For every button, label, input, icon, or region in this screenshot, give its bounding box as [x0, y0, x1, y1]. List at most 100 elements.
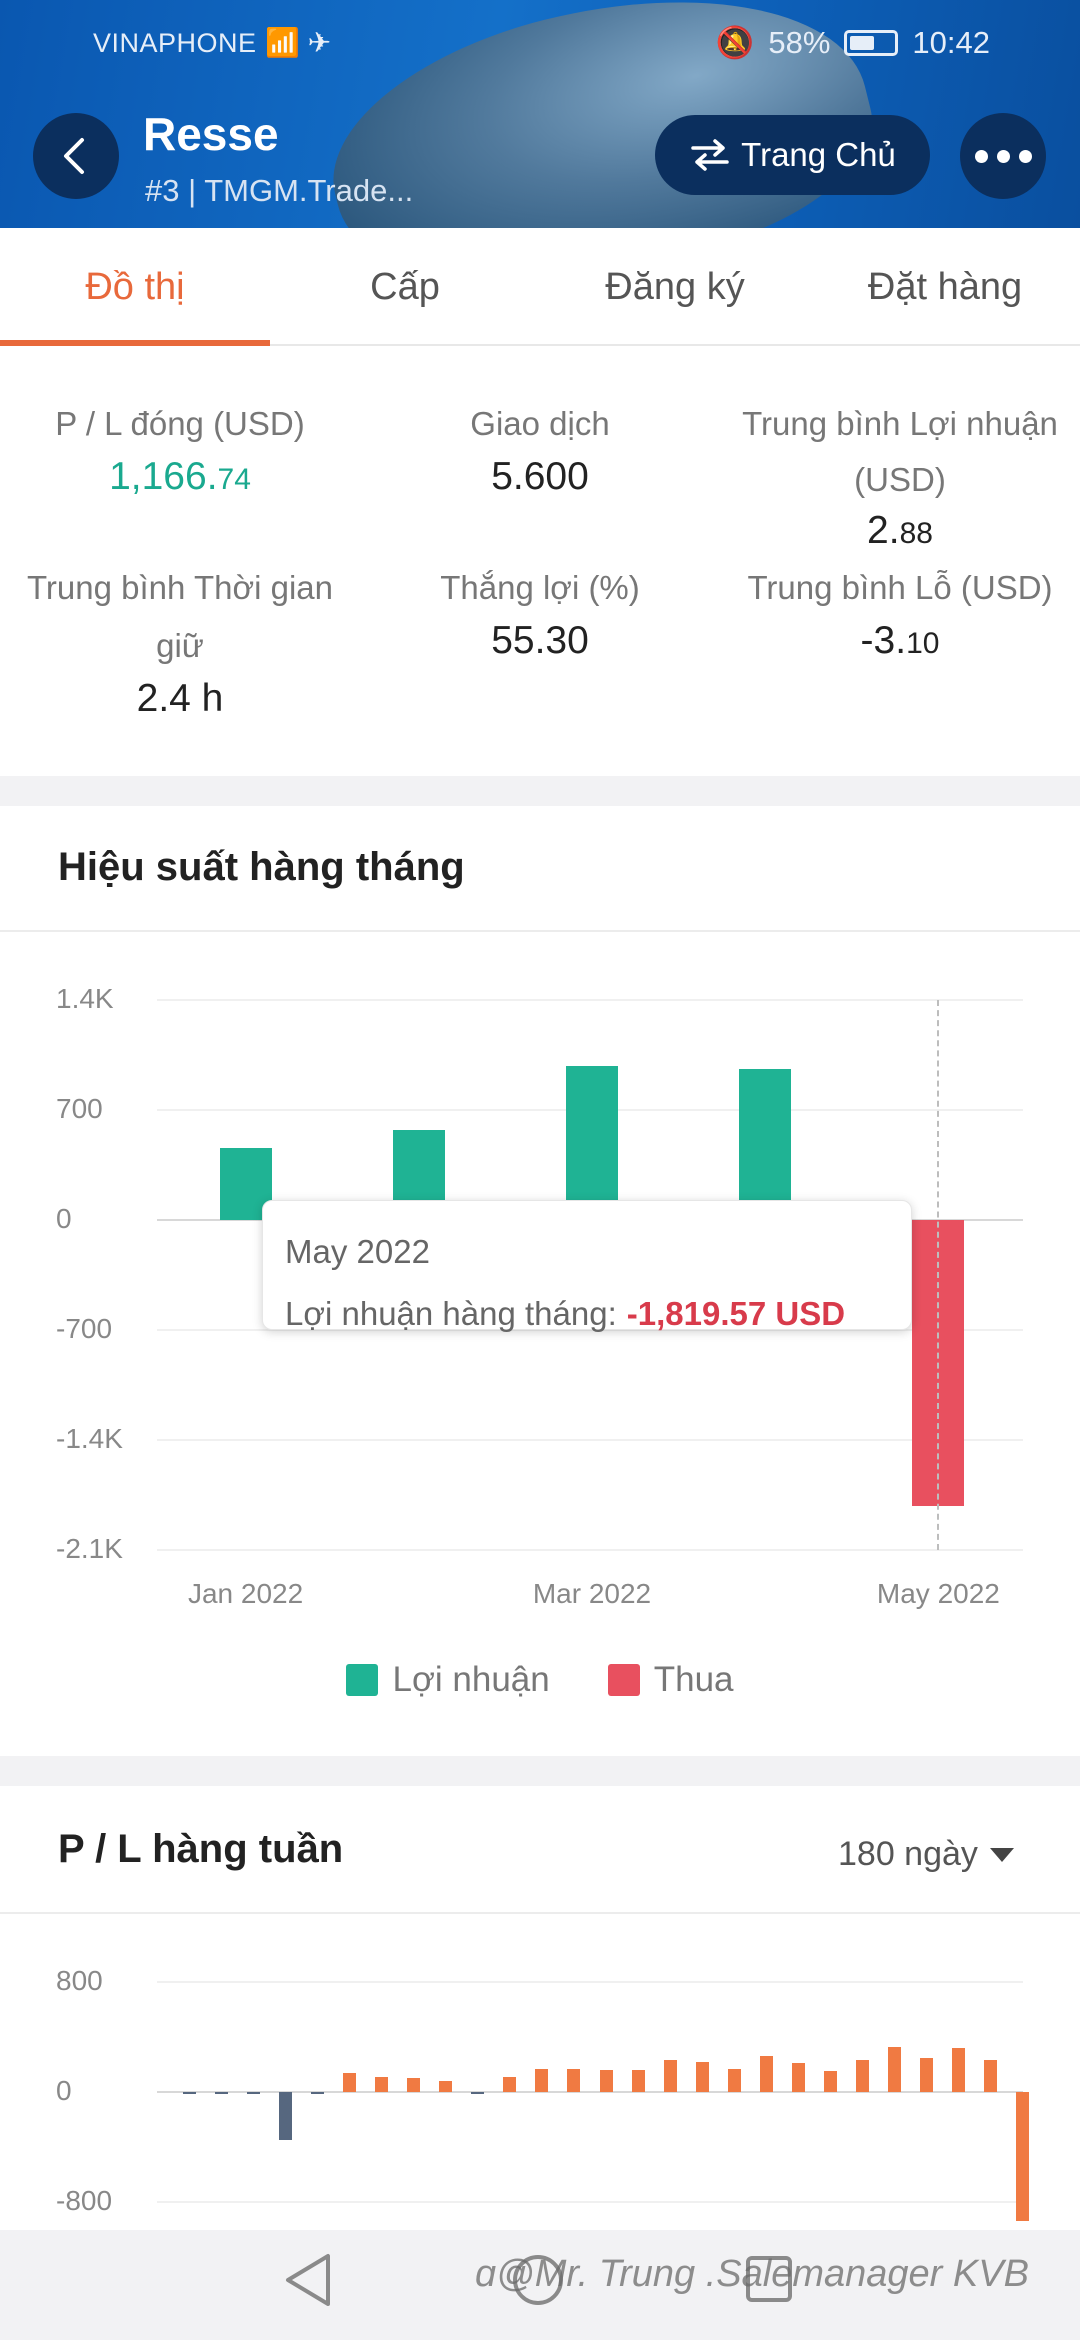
- gridline: [157, 1981, 1023, 1983]
- signal-wifi-icon: 📶 ✈: [265, 27, 332, 58]
- battery-percent: 58%: [768, 24, 831, 60]
- weekly-bar: [759, 2056, 773, 2092]
- stat-pl-closed: P / L đóng (USD) 1,166.74: [0, 395, 360, 499]
- gridline: [157, 2201, 1023, 2203]
- stat-trades: Giao dịch 5.600: [360, 395, 720, 499]
- legend-profit[interactable]: Lợi nhuận: [346, 1660, 550, 1700]
- chevron-left-icon: [64, 138, 84, 174]
- stat-avg-loss: Trung bình Lỗ (USD) -3.10: [720, 559, 1080, 663]
- tab-bar: Đồ thị Cấp Đăng ký Đặt hàng: [0, 228, 1080, 346]
- tooltip-label: Lợi nhuận hàng tháng:: [285, 1295, 617, 1332]
- card-divider: [0, 930, 1080, 932]
- y-tick-label: 0: [56, 1203, 72, 1234]
- gridline: [157, 1549, 1023, 1551]
- stat-avg-profit: Trung bình Lợi nhuận (USD) 2.88: [720, 395, 1080, 553]
- weekly-bar: [246, 2092, 260, 2094]
- stat-label: P / L đóng (USD): [55, 405, 305, 442]
- card-divider: [0, 1912, 1080, 1914]
- chart-tooltip: May 2022 Lợi nhuận hàng tháng: -1,819.57 …: [262, 1200, 912, 1333]
- weekly-bar: [567, 2068, 581, 2092]
- swap-icon: [691, 139, 729, 171]
- trader-subtitle: #3 | TMGM.Trade...: [145, 173, 414, 208]
- x-tick-label: Jan 2022: [187, 1578, 304, 1609]
- y-tick-label: -800: [56, 2185, 113, 2216]
- weekly-bar: [182, 2092, 196, 2094]
- tab-subscribe[interactable]: Đăng ký: [540, 228, 810, 344]
- stat-label: Trung bình Thời gian: [27, 569, 333, 606]
- weekly-bar: [471, 2092, 485, 2094]
- weekly-bar: [631, 2070, 645, 2092]
- tab-level[interactable]: Cấp: [270, 228, 540, 344]
- tooltip-date: May 2022: [285, 1233, 430, 1270]
- weekly-bar: [663, 2060, 677, 2092]
- stat-label: Trung bình Lỗ (USD): [747, 569, 1053, 606]
- clock: 10:42: [912, 24, 990, 60]
- stat-value: 5.600: [491, 455, 589, 498]
- weekly-bar: [278, 2092, 292, 2141]
- legend-label: Thua: [653, 1660, 734, 1699]
- weekly-bar: [599, 2070, 613, 2092]
- stat-label: Trung bình Lợi nhuận: [742, 405, 1058, 442]
- mute-icon: 🔕: [715, 25, 755, 60]
- weekly-bar: [342, 2072, 356, 2092]
- weekly-bar: [407, 2078, 421, 2092]
- stat-value: 2.88: [867, 509, 933, 552]
- tab-orders[interactable]: Đặt hàng: [810, 228, 1080, 344]
- weekly-bar: [727, 2068, 741, 2092]
- stat-label-cont: giữ: [156, 627, 204, 664]
- y-tick-label: 0: [56, 2075, 72, 2106]
- gridline: [157, 1439, 1023, 1441]
- tooltip-row: Lợi nhuận hàng tháng: -1,819.57 USD: [285, 1295, 845, 1333]
- more-dot-icon: [1018, 149, 1032, 163]
- weekly-bar: [920, 2057, 934, 2092]
- more-options-button[interactable]: [960, 113, 1046, 199]
- weekly-bar: [888, 2046, 902, 2092]
- monthly-chart-title: Hiệu suất hàng tháng: [58, 845, 465, 889]
- x-tick-label: Mar 2022: [532, 1578, 652, 1609]
- more-dot-icon: [974, 149, 988, 163]
- range-dropdown-label: 180 ngày: [838, 1835, 978, 1873]
- stat-value: -3.10: [860, 619, 940, 662]
- home-button-label: Trang Chủ: [741, 136, 896, 173]
- back-button[interactable]: [33, 113, 119, 199]
- weekly-bar: [1016, 2092, 1030, 2222]
- weekly-bar: [984, 2060, 998, 2092]
- more-dot-icon: [996, 149, 1010, 163]
- watermark-text: ɑ@Mr. Trung .Salemanager KVB: [475, 2253, 1029, 2295]
- stat-avg-hold: Trung bình Thời gian giữ 2.4 h: [0, 559, 360, 721]
- caret-down-icon: [989, 1847, 1014, 1862]
- home-button[interactable]: Trang Chủ: [655, 115, 930, 195]
- status-bar: VINAPHONE 📶 ✈ 🔕 58% 10:42: [0, 20, 1080, 70]
- weekly-bar: [439, 2081, 453, 2092]
- stat-value: 55.30: [491, 619, 589, 662]
- stat-label: Giao dịch: [470, 405, 610, 442]
- stats-panel: P / L đóng (USD) 1,166.74 Giao dịch 5.60…: [0, 346, 1080, 776]
- trader-name: Resse: [143, 108, 279, 160]
- x-tick-label: May 2022: [876, 1578, 1000, 1609]
- weekly-bar: [824, 2071, 838, 2092]
- chart-legend: Lợi nhuận Thua: [0, 1660, 1080, 1700]
- weekly-bar: [214, 2092, 228, 2094]
- range-dropdown[interactable]: 180 ngày: [838, 1835, 1014, 1874]
- y-tick-label: 700: [56, 1093, 103, 1124]
- weekly-chart-title: P / L hàng tuần: [58, 1827, 344, 1871]
- stat-win-rate: Thắng lợi (%) 55.30: [360, 559, 720, 663]
- weekly-bar: [503, 2076, 517, 2092]
- nav-back-icon[interactable]: [282, 2252, 334, 2308]
- tooltip-value: -1,819.57 USD: [626, 1295, 846, 1332]
- weekly-bar: [535, 2068, 549, 2092]
- y-tick-label: -700: [56, 1313, 113, 1344]
- legend-loss[interactable]: Thua: [607, 1660, 734, 1700]
- legend-swatch-profit: [346, 1664, 379, 1696]
- stat-label: Thắng lợi (%): [440, 569, 640, 606]
- tab-chart[interactable]: Đồ thị: [0, 228, 270, 346]
- weekly-bar: [952, 2048, 966, 2092]
- gridline: [157, 999, 1023, 1001]
- cursor-line: [937, 1000, 940, 1550]
- legend-swatch-loss: [607, 1664, 640, 1696]
- weekly-bar: [310, 2092, 324, 2094]
- y-tick-label: -2.1K: [56, 1533, 123, 1564]
- bar-apr-2022: [739, 1069, 792, 1220]
- y-tick-label: 800: [56, 1965, 103, 1996]
- y-tick-label: 1.4K: [56, 983, 114, 1014]
